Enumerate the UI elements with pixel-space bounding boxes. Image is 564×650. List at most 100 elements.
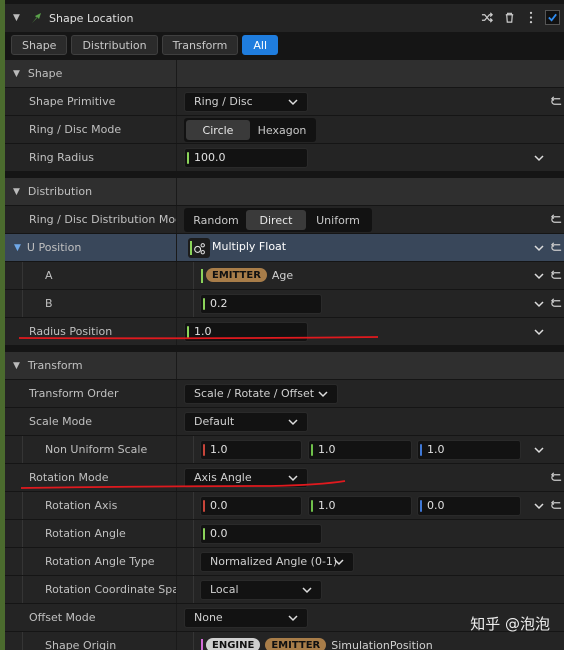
- row-a: A EMITTER Age: [5, 262, 564, 290]
- rotation-angle-field[interactable]: 0.0: [200, 523, 322, 544]
- engine-badge: ENGINE: [206, 638, 261, 650]
- dynamic-input-name: Multiply Float: [212, 240, 287, 253]
- property-panel: ▼ Shape Shape Primitive Ring / Disc Ring …: [5, 60, 564, 650]
- chevron-down-icon: [288, 98, 298, 105]
- chevron-down-icon[interactable]: [534, 152, 544, 164]
- dropdown-value: Normalized Angle (0-1): [210, 555, 338, 568]
- chevron-down-icon[interactable]: ▼: [14, 243, 21, 253]
- dropdown-value: Axis Angle: [194, 471, 252, 484]
- z-axis-marker: [420, 443, 422, 456]
- property-label: U Position: [26, 241, 82, 254]
- dropdown-value: Default: [194, 415, 235, 428]
- row-shape-primitive: Shape Primitive Ring / Disc: [5, 88, 564, 116]
- scale-z-field[interactable]: 1.0: [417, 439, 521, 460]
- rotation-angle-type-dropdown[interactable]: Normalized Angle (0-1): [200, 551, 354, 572]
- transform-order-dropdown[interactable]: Scale / Rotate / Offset: [184, 383, 338, 404]
- rotation-axis-x-field[interactable]: 0.0: [200, 495, 302, 516]
- rotation-mode-dropdown[interactable]: Axis Angle: [184, 467, 308, 488]
- reset-to-default-icon[interactable]: [550, 499, 563, 512]
- tab-all[interactable]: All: [242, 35, 278, 55]
- row-rotation-angle: Rotation Angle 0.0: [5, 520, 564, 548]
- more-options-icon[interactable]: [523, 9, 539, 25]
- row-transform-order: Transform Order Scale / Rotate / Offset: [5, 380, 564, 408]
- tab-shape[interactable]: Shape: [11, 35, 68, 55]
- ring-mode-option-circle[interactable]: Circle: [186, 120, 250, 140]
- shape-primitive-dropdown[interactable]: Ring / Disc: [184, 91, 308, 112]
- property-label: Offset Mode: [5, 604, 176, 631]
- chevron-down-icon[interactable]: ▼: [13, 361, 20, 371]
- float-pin-marker: [203, 297, 205, 310]
- reset-to-default-icon[interactable]: [550, 213, 563, 226]
- offset-mode-dropdown[interactable]: None: [184, 607, 308, 628]
- rotation-coordinate-space-dropdown[interactable]: Local: [200, 579, 322, 600]
- chevron-down-icon: [288, 474, 298, 481]
- collapse-caret-icon[interactable]: ▼: [13, 13, 23, 23]
- rotation-axis-z-field[interactable]: 0.0: [417, 495, 521, 516]
- ring-mode-option-hexagon[interactable]: Hexagon: [250, 120, 314, 140]
- property-label: Ring Radius: [5, 144, 176, 171]
- dropdown-value: Ring / Disc: [194, 95, 253, 108]
- property-label: Rotation Angle: [5, 520, 176, 547]
- module-header[interactable]: ▼ Shape Location: [5, 4, 564, 32]
- float-pin-marker: [187, 325, 189, 338]
- chevron-down-icon: [288, 418, 298, 425]
- tab-distribution[interactable]: Distribution: [71, 35, 158, 55]
- chevron-down-icon: [334, 558, 344, 565]
- section-shape[interactable]: ▼ Shape: [5, 60, 564, 88]
- property-label: Non Uniform Scale: [5, 436, 176, 463]
- reset-to-default-icon[interactable]: [550, 269, 563, 282]
- section-transform[interactable]: ▼ Transform: [5, 352, 564, 380]
- field-value: 0.0: [210, 499, 228, 512]
- field-value: 100.0: [194, 151, 226, 164]
- distribution-option-direct[interactable]: Direct: [246, 210, 306, 230]
- chevron-down-icon[interactable]: [534, 298, 544, 310]
- reset-to-default-icon[interactable]: [550, 297, 563, 310]
- checkmark-icon: [548, 13, 557, 22]
- ring-radius-field[interactable]: 100.0: [184, 147, 308, 168]
- chevron-down-icon: [302, 586, 312, 593]
- row-rotation-axis: Rotation Axis 0.0 1.0 0.0: [5, 492, 564, 520]
- row-ring-radius: Ring Radius 100.0: [5, 144, 564, 172]
- property-label: Radius Position: [5, 318, 176, 345]
- section-distribution[interactable]: ▼ Distribution: [5, 178, 564, 206]
- distribution-option-uniform[interactable]: Uniform: [306, 210, 370, 230]
- shuffle-icon[interactable]: [479, 9, 495, 25]
- dynamic-input-icon[interactable]: [188, 238, 210, 258]
- rotation-axis-y-field[interactable]: 1.0: [308, 495, 412, 516]
- scale-y-field[interactable]: 1.0: [308, 439, 412, 460]
- reset-to-default-icon[interactable]: [550, 471, 563, 484]
- indent-guide: [22, 262, 23, 289]
- property-label: Rotation Axis: [5, 492, 176, 519]
- chevron-down-icon[interactable]: [534, 242, 544, 254]
- scale-mode-dropdown[interactable]: Default: [184, 411, 308, 432]
- field-value: 1.0: [318, 443, 336, 456]
- property-label: Ring / Disc Distribution Mod: [5, 206, 176, 233]
- distribution-option-random[interactable]: Random: [186, 210, 246, 230]
- module-icon: [32, 13, 41, 23]
- radius-position-field[interactable]: 1.0: [184, 321, 308, 342]
- indent-guide: [22, 520, 23, 547]
- reset-to-default-icon[interactable]: [550, 241, 563, 254]
- module-enabled-checkbox[interactable]: [545, 9, 560, 25]
- tab-transform[interactable]: Transform: [161, 35, 239, 55]
- field-value: 0.0: [427, 499, 445, 512]
- chevron-down-icon[interactable]: ▼: [13, 69, 20, 79]
- scale-x-field[interactable]: 1.0: [200, 439, 302, 460]
- chevron-down-icon: [318, 390, 328, 397]
- row-u-position: ▼ U Position Multiply Float: [5, 234, 564, 262]
- delete-icon[interactable]: [501, 9, 517, 25]
- chevron-down-icon[interactable]: [534, 500, 544, 512]
- chevron-down-icon[interactable]: [534, 270, 544, 282]
- property-label: Shape Origin: [5, 632, 176, 650]
- reset-to-default-icon[interactable]: [550, 95, 563, 108]
- chevron-down-icon[interactable]: [534, 326, 544, 338]
- b-value-field[interactable]: 0.2: [200, 293, 322, 314]
- row-ring-mode: Ring / Disc Mode Circle Hexagon: [5, 116, 564, 144]
- x-axis-marker: [203, 443, 205, 456]
- ring-mode-segmented: Circle Hexagon: [184, 118, 316, 142]
- chevron-down-icon[interactable]: [534, 444, 544, 456]
- emitter-badge: EMITTER: [206, 268, 267, 282]
- field-value: 0.2: [210, 297, 228, 310]
- property-label: Rotation Angle Type: [5, 548, 176, 575]
- chevron-down-icon[interactable]: ▼: [13, 187, 20, 197]
